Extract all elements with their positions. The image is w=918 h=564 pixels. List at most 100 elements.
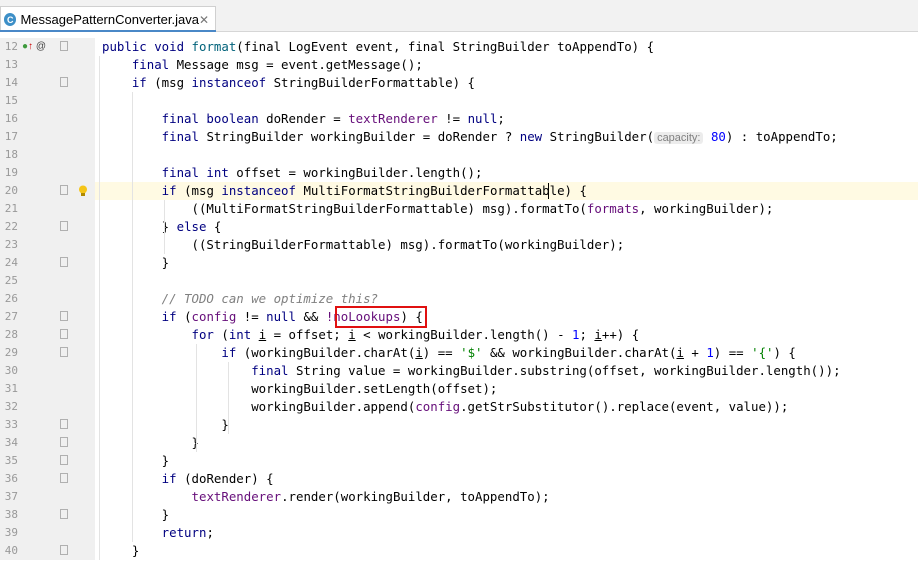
code-text: workingBuilder.append(config.getStrSubst… [102, 399, 789, 414]
code-line[interactable]: 40 } [0, 542, 918, 560]
code-line[interactable]: 35 } [0, 452, 918, 470]
line-number: 15 [4, 94, 18, 107]
code-text: textRenderer.render(workingBuilder, toAp… [191, 489, 550, 504]
code-line[interactable]: 34 } [0, 434, 918, 452]
fold-marker-icon[interactable] [60, 77, 68, 87]
code-line[interactable]: 23 ((StringBuilderFormattable) msg).form… [0, 236, 918, 254]
code-text: final boolean doRender = textRenderer !=… [102, 111, 505, 126]
line-number: 20 [4, 184, 18, 197]
fold-marker-icon[interactable] [60, 41, 68, 51]
line-number: 37 [4, 490, 18, 503]
fold-marker-icon[interactable] [60, 221, 68, 231]
code-line[interactable]: 19 final int offset = workingBuilder.len… [0, 164, 918, 182]
code-line[interactable]: 14 if (msg instanceof StringBuilderForma… [0, 74, 918, 92]
code-line-current[interactable]: 20 if (msg instanceof MultiFormatStringB… [0, 182, 918, 200]
fold-marker-icon[interactable] [60, 185, 68, 195]
line-number: 34 [4, 436, 18, 449]
code-line[interactable]: 31 workingBuilder.setLength(offset); [0, 380, 918, 398]
fold-marker-icon[interactable] [60, 311, 68, 321]
fold-marker-icon[interactable] [60, 545, 68, 555]
line-number: 18 [4, 148, 18, 161]
code-line[interactable]: 36 if (doRender) { [0, 470, 918, 488]
line-number: 21 [4, 202, 18, 215]
line-number: 38 [4, 508, 18, 521]
code-text: } [102, 543, 140, 558]
code-text: final Message msg = event.getMessage(); [102, 57, 423, 72]
indent-guide [132, 92, 133, 542]
line-number: 32 [4, 400, 18, 413]
line-number: 40 [4, 544, 18, 557]
fold-marker-icon[interactable] [60, 473, 68, 483]
line-number: 19 [4, 166, 18, 179]
code-text: ((StringBuilderFormattable) msg).formatT… [102, 237, 625, 252]
code-text: } [102, 255, 170, 270]
code-line[interactable]: 39 return; [0, 524, 918, 542]
code-text: for (int i = offset; i < workingBuilder.… [102, 327, 640, 342]
code-line[interactable]: 27 if (config != null && !noLookups) { [0, 306, 918, 328]
fold-marker-icon[interactable] [60, 419, 68, 429]
indent-guide [99, 56, 100, 560]
tab-message-pattern-converter[interactable]: C MessagePatternConverter.java ✕ [0, 6, 216, 32]
indent-guide [164, 200, 165, 254]
line-number: 16 [4, 112, 18, 125]
code-line[interactable]: 24 } [0, 254, 918, 272]
fold-marker-icon[interactable] [60, 347, 68, 357]
code-text: final int offset = workingBuilder.length… [102, 165, 483, 180]
code-text: workingBuilder.setLength(offset); [102, 381, 498, 396]
line-number: 25 [4, 274, 18, 287]
code-text: final String value = workingBuilder.subs… [251, 363, 841, 378]
code-text: if (msg instanceof StringBuilderFormatta… [102, 75, 476, 90]
code-text: public void format(final LogEvent event,… [102, 39, 655, 54]
intention-bulb-icon[interactable] [78, 185, 88, 197]
line-number: 14 [4, 76, 18, 89]
code-line[interactable]: 13 final Message msg = event.getMessage(… [0, 56, 918, 74]
code-line[interactable]: 16 final boolean doRender = textRenderer… [0, 110, 918, 128]
code-line[interactable]: 21 ((MultiFormatStringBuilderFormattable… [0, 200, 918, 218]
code-line[interactable]: 26 // TODO can we optimize this? [0, 290, 918, 308]
code-text: return; [102, 525, 214, 540]
editor-tab-bar: C MessagePatternConverter.java ✕ [0, 0, 918, 32]
fold-marker-icon[interactable] [60, 509, 68, 519]
code-line[interactable]: 38 } [0, 506, 918, 524]
code-line[interactable]: 37 textRenderer.render(workingBuilder, t… [0, 488, 918, 506]
line-number: 36 [4, 472, 18, 485]
tab-title: MessagePatternConverter.java [20, 12, 199, 27]
code-text: if (msg instanceof MultiFormatStringBuil… [102, 183, 587, 198]
code-line[interactable]: 33 } [0, 416, 918, 434]
line-number: 30 [4, 364, 18, 377]
code-line[interactable]: 28 for (int i = offset; i < workingBuild… [0, 326, 918, 344]
code-text: if (doRender) { [102, 471, 274, 486]
gutter: 12 ●↑ @ [0, 38, 95, 56]
code-text: } [102, 453, 170, 468]
code-line[interactable]: 12 ●↑ @ public void format(final LogEven… [0, 38, 918, 56]
parameter-hint: capacity: [654, 132, 704, 144]
fold-marker-icon[interactable] [60, 455, 68, 465]
indent-guide [228, 362, 229, 434]
code-line[interactable]: 17 final StringBuilder workingBuilder = … [0, 128, 918, 146]
override-implement-icon[interactable]: ●↑ @ [22, 38, 46, 56]
code-text: } else { [102, 219, 222, 234]
java-class-icon: C [4, 13, 17, 26]
code-line[interactable]: 29 if (workingBuilder.charAt(i) == '$' &… [0, 344, 918, 362]
line-number: 27 [4, 310, 18, 323]
code-editor[interactable]: 12 ●↑ @ public void format(final LogEven… [0, 32, 918, 564]
line-number: 23 [4, 238, 18, 251]
code-text: if (workingBuilder.charAt(i) == '$' && w… [102, 345, 796, 360]
fold-marker-icon[interactable] [60, 329, 68, 339]
code-line[interactable]: 18 [0, 146, 918, 164]
line-number: 33 [4, 418, 18, 431]
line-number: 29 [4, 346, 18, 359]
code-line[interactable]: 15 [0, 92, 918, 110]
line-number: 22 [4, 220, 18, 233]
code-line[interactable]: 30 final String value = workingBuilder.s… [0, 362, 918, 380]
fold-marker-icon[interactable] [60, 257, 68, 267]
fold-marker-icon[interactable] [60, 437, 68, 447]
code-line[interactable]: 22 } else { [0, 218, 918, 236]
close-icon[interactable]: ✕ [199, 13, 209, 27]
line-number: 35 [4, 454, 18, 467]
line-number: 39 [4, 526, 18, 539]
code-text: } [102, 507, 170, 522]
indent-guide [196, 344, 197, 452]
code-line[interactable]: 25 [0, 272, 918, 290]
code-line[interactable]: 32 workingBuilder.append(config.getStrSu… [0, 398, 918, 416]
